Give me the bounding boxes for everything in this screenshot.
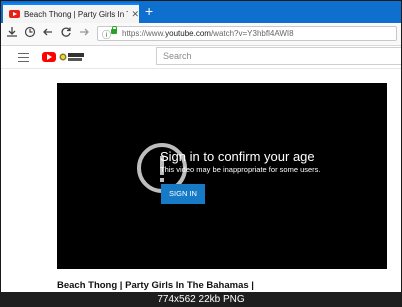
video-player[interactable]: Sign in to confirm your age This video m… [57,83,387,269]
video-title: Beach Thong | Party Girls In The Bahamas… [57,280,254,291]
age-gate-subtitle: This video may be inappropriate for some… [160,165,321,174]
new-tab-button[interactable]: + [145,4,153,18]
url-domain: youtube.com [165,29,211,38]
reload-icon[interactable] [59,26,73,40]
tab-youtube[interactable]: Beach Thong | Party Girls In Th ✕ [3,3,139,23]
browser-window: Beach Thong | Party Girls In Th ✕ + ⓘ ht… [0,0,402,307]
back-icon[interactable] [41,26,55,40]
close-tab-icon[interactable]: ✕ [131,9,139,20]
tab-title: Beach Thong | Party Girls In Th [23,9,129,19]
hamburger-icon[interactable] [18,53,29,65]
info-icon[interactable]: ⓘ [102,28,111,41]
tab-strip: Beach Thong | Party Girls In Th ✕ + [1,1,401,23]
history-icon[interactable] [23,26,37,40]
age-gate-title: Sign in to confirm your age [160,149,315,164]
url-path: /watch?v=Y3hbfl4AWI8 [210,29,294,38]
youtube-header: Search [1,46,401,69]
navigation-bar: ⓘ https://www.youtube.com/watch?v=Y3hbfl… [1,23,401,46]
youtube-doodle-logo[interactable] [59,51,85,63]
url-text[interactable]: https://www.youtube.com/watch?v=Y3hbfl4A… [122,29,294,38]
search-input[interactable]: Search [156,47,401,65]
url-prefix: https://www. [122,29,166,38]
image-caption: 774x562 22kb PNG [0,292,402,307]
youtube-logo-icon[interactable] [42,52,56,62]
download-icon[interactable] [5,26,19,40]
lock-icon [111,26,117,34]
search-placeholder: Search [163,51,192,61]
youtube-favicon-icon [9,10,20,18]
forward-icon[interactable] [77,26,91,40]
sign-in-button[interactable]: SIGN IN [161,184,205,204]
url-bar[interactable]: ⓘ https://www.youtube.com/watch?v=Y3hbfl… [97,26,397,41]
